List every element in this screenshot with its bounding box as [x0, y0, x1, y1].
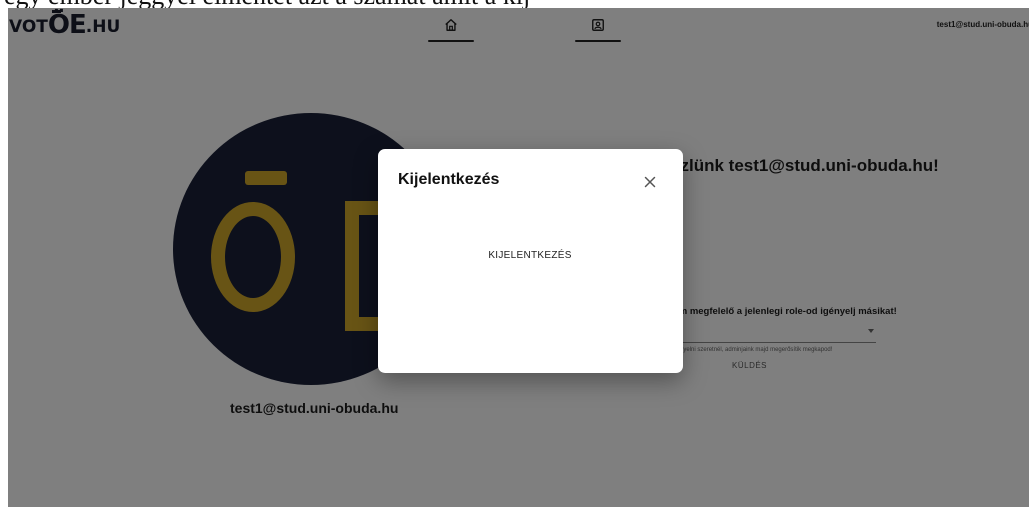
top-strip: egy ember jeggyel elmentet azt a szamat …: [0, 0, 1029, 8]
close-icon: [644, 176, 656, 188]
top-strip-text: egy ember jeggyel elmentet azt a szamat …: [4, 0, 530, 8]
app-window: VOT ÖE .HU test1@stud.uni-obuda.hu test: [8, 8, 1029, 507]
dialog-title: Kijelentkezés: [398, 171, 500, 188]
logout-button[interactable]: KIJELENTKEZÉS: [474, 242, 586, 268]
logout-dialog: Kijelentkezés KIJELENTKEZÉS: [378, 149, 683, 373]
dialog-close-button[interactable]: [640, 172, 660, 192]
